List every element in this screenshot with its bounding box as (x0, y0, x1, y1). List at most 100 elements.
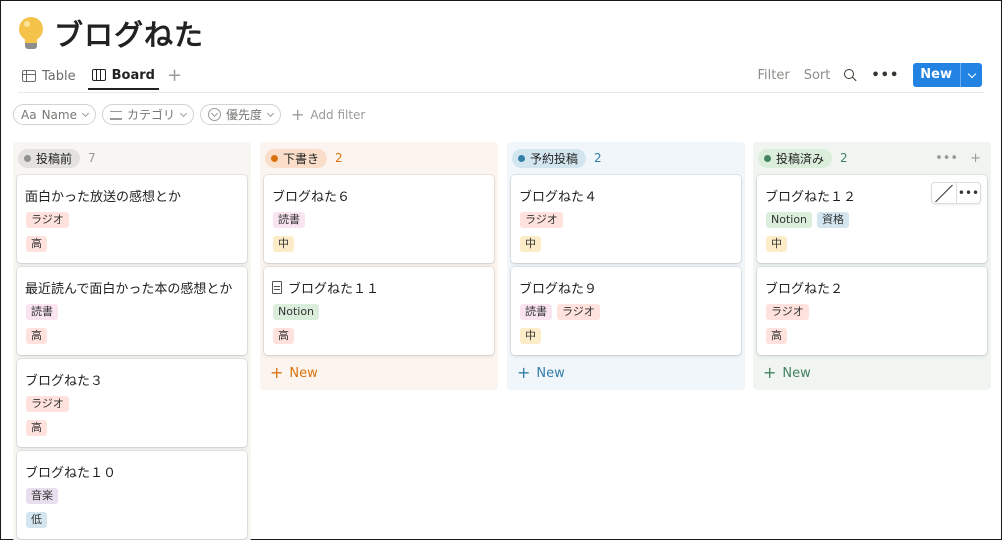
priority-tag: 中 (520, 236, 541, 252)
category-tag: 音楽 (26, 488, 58, 504)
plus-icon: + (763, 363, 777, 382)
page-title[interactable]: ブログねた (54, 12, 204, 54)
add-card-button[interactable]: + New (270, 365, 318, 381)
column-count: 2 (840, 151, 848, 165)
card-title: ブログねた１２ (765, 190, 857, 205)
column-tools: ••• + (935, 151, 981, 166)
add-filter-button[interactable]: + Add filter (291, 104, 365, 124)
board-card[interactable]: 面白かった放送の感想とか ラジオ 高 (17, 175, 247, 263)
status-group-label: 投稿済み (776, 151, 825, 166)
status-group-tag[interactable]: 下書き (265, 148, 328, 168)
sort-button[interactable]: Sort (804, 68, 831, 83)
board-card[interactable]: ブログねた３ ラジオ 高 (17, 359, 247, 447)
category-tag: ラジオ (766, 304, 809, 320)
card-title: ブログねた１１ (288, 282, 380, 297)
priority-tag: 高 (766, 328, 787, 344)
priority-tag: 高 (26, 236, 47, 252)
card-more-icon[interactable]: ••• (956, 183, 980, 203)
card-title: 最近読んで面白かった本の感想とか (25, 282, 233, 297)
category-tag: 読書 (520, 304, 552, 320)
board-column-draft: 下書き 2 ブログねた６ 読書 中 ブログねた１１ Notion 高 + New (260, 142, 498, 390)
status-dot (764, 154, 771, 162)
add-card-label: New (782, 365, 811, 381)
add-card-label: New (536, 365, 565, 381)
priority-tag: 高 (26, 420, 47, 436)
edit-icon[interactable] (932, 183, 956, 203)
table-icon (22, 70, 36, 82)
new-dropdown-button[interactable] (960, 63, 982, 87)
filter-category[interactable]: カテゴリ (101, 104, 194, 125)
plus-icon: + (291, 104, 305, 124)
card-hover-actions: ••• (931, 182, 981, 204)
new-button-group: New (913, 63, 982, 87)
board-card[interactable]: ブログねた１１ Notion 高 (264, 267, 494, 355)
card-title: ブログねた９ (519, 282, 598, 297)
column-add-plus-icon[interactable]: + (970, 151, 981, 166)
view-actions: Filter Sort ••• New (757, 63, 982, 87)
status-group-tag[interactable]: 投稿前 (18, 148, 81, 168)
board-card[interactable]: ブログねた４ ラジオ 中 (511, 175, 741, 263)
board-card[interactable]: 最近読んで面白かった本の感想とか 読書 高 (17, 267, 247, 355)
status-dot (24, 154, 31, 162)
more-icon[interactable]: ••• (871, 68, 899, 83)
filter-label: カテゴリ (126, 108, 175, 122)
category-tag: 資格 (817, 212, 850, 228)
chevron-down-icon (266, 109, 275, 117)
column-count: 7 (88, 151, 96, 165)
column-header: 投稿前 7 (13, 142, 251, 174)
board-card[interactable]: ブログねた１０ 音楽 低 (17, 451, 247, 539)
filter-label: Name (41, 107, 77, 122)
page-header: ブログねた (18, 12, 204, 54)
status-group-tag[interactable]: 投稿済み (758, 148, 833, 168)
tabs-divider (18, 92, 984, 93)
filter-name[interactable]: Aa Name (13, 104, 96, 125)
status-group-tag[interactable]: 予約投稿 (512, 148, 587, 168)
tab-label: Table (42, 68, 76, 84)
add-card-button[interactable]: + New (517, 365, 565, 381)
column-header: 予約投稿 2 (507, 142, 745, 174)
priority-tag: 高 (26, 328, 47, 344)
category-tag: Notion (273, 304, 320, 320)
search-icon[interactable] (844, 68, 857, 82)
page-icon (272, 281, 282, 294)
card-title: ブログねた４ (519, 190, 598, 205)
tab-table[interactable]: Table (18, 62, 80, 90)
category-tag: ラジオ (520, 212, 563, 228)
plus-icon: + (517, 363, 531, 382)
board-card[interactable]: ブログねた２ ラジオ 高 (757, 267, 987, 355)
filter-button[interactable]: Filter (757, 68, 789, 83)
board-column-scheduled: 予約投稿 2 ブログねた４ ラジオ 中 ブログねた９ 読書 ラジオ 中 + Ne… (507, 142, 745, 390)
card-title: ブログねた２ (765, 282, 844, 297)
status-group-label: 投稿前 (36, 151, 73, 166)
priority-tag: 低 (26, 512, 47, 528)
board-card[interactable]: ブログねた９ 読書 ラジオ 中 (511, 267, 741, 355)
category-tag: 読書 (273, 212, 305, 228)
category-tag: Notion (766, 212, 813, 228)
card-title: ブログねた６ (272, 190, 351, 205)
board-card[interactable]: ブログねた１２ ••• Notion 資格 中 (757, 175, 987, 263)
add-card-button[interactable]: + New (763, 365, 811, 381)
column-header: 投稿済み 2 ••• + (753, 142, 991, 174)
priority-tag: 中 (273, 236, 294, 252)
list-icon (109, 110, 122, 120)
board-column-published: 投稿済み 2 ••• + ブログねた１２ ••• Notion 資格 中 ブログ… (753, 142, 991, 390)
board-column-draft-before: 投稿前 7 面白かった放送の感想とか ラジオ 高 最近読んで面白かった本の感想と… (13, 142, 251, 540)
add-view-plus-icon[interactable]: + (167, 62, 182, 90)
column-header: 下書き 2 (260, 142, 498, 174)
add-card-label: New (289, 365, 318, 381)
status-dot (518, 154, 525, 162)
board-card[interactable]: ブログねた６ 読書 中 (264, 175, 494, 263)
column-count: 2 (335, 151, 343, 165)
column-count: 2 (594, 151, 602, 165)
plus-icon: + (270, 363, 284, 382)
tab-board[interactable]: Board (87, 62, 159, 90)
filter-priority[interactable]: 優先度 (199, 104, 281, 125)
card-title: 面白かった放送の感想とか (25, 190, 182, 205)
status-group-label: 下書き (283, 151, 320, 166)
column-more-icon[interactable]: ••• (935, 151, 958, 166)
view-tabs: Table Board + (18, 62, 182, 90)
light-bulb-icon (18, 16, 44, 50)
chevron-down-icon (967, 69, 976, 78)
new-button[interactable]: New (913, 63, 960, 87)
status-dot (271, 154, 278, 162)
